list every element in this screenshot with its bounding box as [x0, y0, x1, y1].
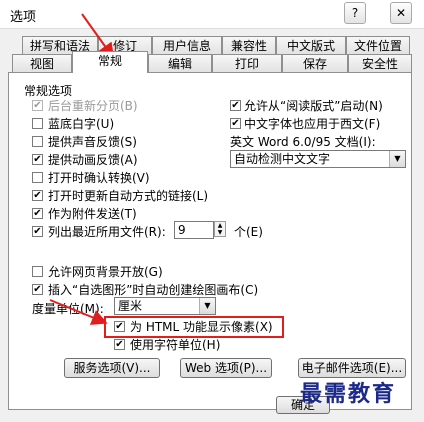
arrow-to-general-tab [81, 13, 115, 60]
tab-general[interactable]: 常规 [72, 51, 148, 73]
arrow-to-html-option [49, 299, 108, 325]
annotation-arrows [49, 13, 115, 325]
watermark-logo: 最需教育 [300, 381, 397, 407]
